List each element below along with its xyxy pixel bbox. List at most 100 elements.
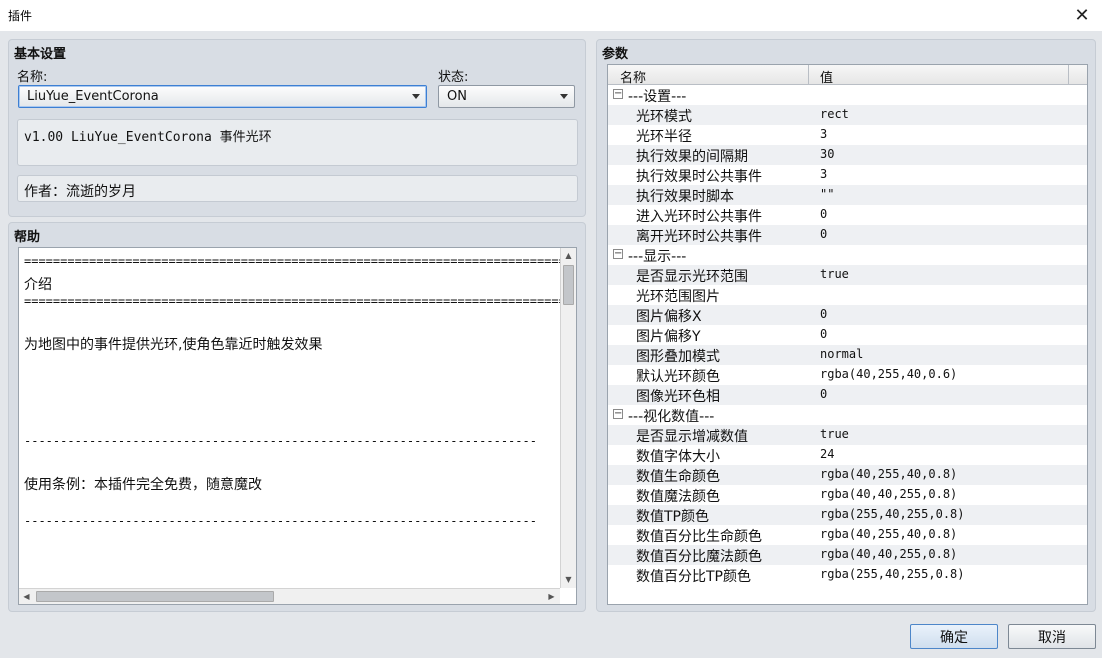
- column-separator[interactable]: [1068, 65, 1069, 85]
- param-value: rgba(40,255,40,0.8): [820, 527, 958, 541]
- author-text: 作者：流逝的岁月: [24, 184, 136, 200]
- param-row[interactable]: 进入光环时公共事件 0: [608, 205, 1087, 225]
- chevron-down-icon: [412, 94, 420, 99]
- param-row[interactable]: 数值百分比生命颜色 rgba(40,255,40,0.8): [608, 525, 1087, 545]
- help-vertical-scrollbar[interactable]: ▲ ▼: [560, 248, 576, 588]
- param-value: 3: [820, 127, 828, 141]
- param-name: 数值百分比魔法颜色: [636, 549, 762, 565]
- param-name: ---设置---: [628, 89, 687, 105]
- column-separator[interactable]: [808, 65, 809, 85]
- param-row[interactable]: 数值魔法颜色 rgba(40,40,255,0.8): [608, 485, 1087, 505]
- param-value: 30: [820, 147, 835, 161]
- param-row[interactable]: 数值TP颜色 rgba(255,40,255,0.8): [608, 505, 1087, 525]
- scroll-left-icon[interactable]: ◀: [19, 589, 34, 604]
- param-value: 0: [820, 307, 828, 321]
- param-row[interactable]: 数值字体大小 24: [608, 445, 1087, 465]
- param-category-row[interactable]: − ---视化数值---: [608, 405, 1087, 425]
- param-name: 执行效果时公共事件: [636, 169, 762, 185]
- help-line: ========================================…: [24, 294, 577, 308]
- params-title: 参数: [602, 47, 629, 62]
- status-select[interactable]: ON: [438, 85, 575, 108]
- col-name-header[interactable]: 名称: [620, 67, 646, 86]
- help-line: ========================================…: [24, 254, 577, 268]
- help-line: 介绍: [24, 277, 52, 293]
- param-row[interactable]: 光环半径 3: [608, 125, 1087, 145]
- param-name: 图片偏移Y: [636, 329, 701, 345]
- param-row[interactable]: 数值百分比魔法颜色 rgba(40,40,255,0.8): [608, 545, 1087, 565]
- collapse-icon[interactable]: −: [613, 249, 623, 259]
- param-name: ---视化数值---: [628, 409, 715, 425]
- param-row[interactable]: 图片偏移X 0: [608, 305, 1087, 325]
- name-select-value: LiuYue_EventCorona: [27, 89, 159, 104]
- title-bar: 插件 ✕: [0, 0, 1102, 31]
- param-name: 图片偏移X: [636, 309, 702, 325]
- param-row[interactable]: 光环范围图片: [608, 285, 1087, 305]
- help-line: ----------------------------------------…: [24, 434, 537, 448]
- scroll-right-icon[interactable]: ▶: [544, 589, 559, 604]
- param-name: 是否显示增减数值: [636, 429, 748, 445]
- params-table-header: 名称 值: [608, 65, 1087, 86]
- param-value: rgba(40,255,40,0.8): [820, 467, 958, 481]
- param-category-row[interactable]: − ---设置---: [608, 85, 1087, 105]
- basic-settings-title: 基本设置: [14, 47, 67, 62]
- param-value: 3: [820, 167, 828, 181]
- help-text-area[interactable]: ========================================…: [18, 247, 577, 605]
- col-value-header[interactable]: 值: [820, 67, 833, 86]
- help-line: 使用条例：本插件完全免费，随意魔改: [24, 477, 262, 493]
- name-label: 名称:: [17, 70, 48, 85]
- param-name: 光环模式: [636, 109, 692, 125]
- param-value: 0: [820, 387, 828, 401]
- param-value: 24: [820, 447, 835, 461]
- param-value: rgba(255,40,255,0.8): [820, 507, 965, 521]
- help-hscroll-thumb[interactable]: [36, 591, 274, 602]
- cancel-button[interactable]: 取消: [1008, 624, 1096, 649]
- param-value: normal: [820, 347, 864, 361]
- param-row[interactable]: 图形叠加模式 normal: [608, 345, 1087, 365]
- help-group: 帮助 =====================================…: [8, 222, 586, 612]
- param-name: 光环半径: [636, 129, 692, 145]
- param-name: 离开光环时公共事件: [636, 229, 762, 245]
- param-row[interactable]: 光环模式 rect: [608, 105, 1087, 125]
- param-value: "": [820, 187, 835, 201]
- param-name: 图像光环色相: [636, 389, 720, 405]
- plugin-dialog: 插件 ✕ 基本设置 名称: LiuYue_EventCorona 状态: ON …: [0, 0, 1102, 658]
- param-row[interactable]: 离开光环时公共事件 0: [608, 225, 1087, 245]
- param-value: true: [820, 427, 849, 441]
- param-value: rgba(40,40,255,0.8): [820, 547, 958, 561]
- param-row[interactable]: 是否显示增减数值 true: [608, 425, 1087, 445]
- collapse-icon[interactable]: −: [613, 409, 623, 419]
- param-name: 执行效果时脚本: [636, 189, 734, 205]
- ok-button[interactable]: 确定: [910, 624, 998, 649]
- help-line: ----------------------------------------…: [24, 514, 537, 528]
- param-value: rgba(40,255,40,0.6): [820, 367, 958, 381]
- param-row[interactable]: 数值生命颜色 rgba(40,255,40,0.8): [608, 465, 1087, 485]
- collapse-icon[interactable]: −: [613, 89, 623, 99]
- param-row[interactable]: 图像光环色相 0: [608, 385, 1087, 405]
- params-table: 名称 值 − ---设置--- 光环模式 rect 光环半径 3 执行效果的间隔期 30 执行效…: [607, 64, 1088, 605]
- param-name: 是否显示光环范围: [636, 269, 748, 285]
- help-horizontal-scrollbar[interactable]: ◀ ▶: [19, 588, 560, 604]
- name-select[interactable]: LiuYue_EventCorona: [18, 85, 427, 108]
- param-name: 数值字体大小: [636, 449, 720, 465]
- param-row[interactable]: 执行效果的间隔期 30: [608, 145, 1087, 165]
- param-name: 数值百分比生命颜色: [636, 529, 762, 545]
- param-row[interactable]: 执行效果时公共事件 3: [608, 165, 1087, 185]
- close-icon[interactable]: ✕: [1062, 0, 1102, 31]
- param-category-row[interactable]: − ---显示---: [608, 245, 1087, 265]
- param-row[interactable]: 是否显示光环范围 true: [608, 265, 1087, 285]
- param-row[interactable]: 默认光环颜色 rgba(40,255,40,0.6): [608, 365, 1087, 385]
- scroll-down-icon[interactable]: ▼: [561, 572, 576, 587]
- param-name: 数值百分比TP颜色: [636, 569, 751, 585]
- description-box: v1.00 LiuYue_EventCorona 事件光环: [17, 119, 578, 166]
- param-name: ---显示---: [628, 249, 687, 265]
- basic-settings-group: 基本设置 名称: LiuYue_EventCorona 状态: ON v1.00…: [8, 39, 586, 217]
- param-name: 数值生命颜色: [636, 469, 720, 485]
- param-name: 执行效果的间隔期: [636, 149, 748, 165]
- param-row[interactable]: 图片偏移Y 0: [608, 325, 1087, 345]
- help-vscroll-thumb[interactable]: [563, 265, 574, 305]
- param-value: true: [820, 267, 849, 281]
- param-row[interactable]: 数值百分比TP颜色 rgba(255,40,255,0.8): [608, 565, 1087, 585]
- params-group: 参数 名称 值 − ---设置--- 光环模式 rect 光环半径 3 执行效果的间隔期 30…: [596, 39, 1096, 612]
- scroll-up-icon[interactable]: ▲: [561, 248, 576, 263]
- param-row[interactable]: 执行效果时脚本 "": [608, 185, 1087, 205]
